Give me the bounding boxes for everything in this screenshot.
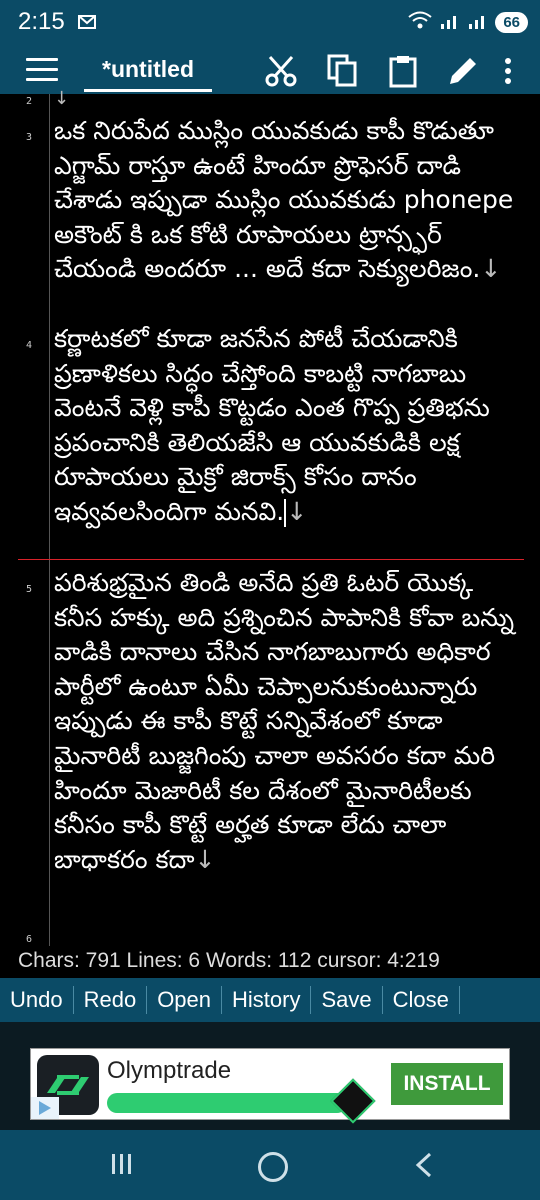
text-editor[interactable]: 2 ↓ 3 ఒక నిరుపేద ముస్లిం యువకుడు కాపీ కొ… [0,88,540,946]
text-line: పరిశుభ్రమైన తిండి అనేది ప్రతి ఓటర్ యొక్క… [54,568,515,874]
line-number: 2 [26,96,33,107]
open-button[interactable]: Open [147,986,223,1014]
install-button[interactable]: INSTALL [391,1063,503,1105]
stats-text: Chars: 791 Lines: 6 Words: 112 cursor: 4… [18,949,440,972]
back-icon[interactable] [414,1152,434,1182]
tab-untitled[interactable]: *untitled [84,46,212,92]
line-number: 4 [26,340,33,351]
copy-icon[interactable] [326,54,360,88]
paste-icon[interactable] [386,54,420,88]
cut-icon[interactable] [264,54,298,88]
close-button[interactable]: Close [383,986,460,1014]
history-button[interactable]: History [222,986,312,1014]
recent-apps-icon[interactable] [110,1152,134,1180]
save-button[interactable]: Save [311,986,383,1014]
arrow-icon [330,1078,376,1124]
system-nav-bar [0,1130,540,1200]
mail-icon [78,14,96,33]
undo-button[interactable]: Undo [0,986,74,1014]
battery-indicator: 66 [495,11,528,33]
ad-banner[interactable]: Olymptrade INSTALL [30,1048,510,1124]
eol-mark: ↓ [54,88,70,109]
text-line: కర్ణాటకలో కూడా జనసేన పోటీ చేయడానికి ప్రణ… [54,324,490,527]
status-time: 2:15 [18,8,65,35]
signal-icon-2 [467,10,489,34]
home-icon[interactable] [258,1152,288,1182]
ad-title: Olymptrade [107,1057,232,1084]
line-number: 5 [26,584,33,595]
ad-progress-bar [107,1093,347,1113]
page-margin-line [18,559,524,560]
ad-area: Olymptrade INSTALL [0,1022,540,1130]
redo-button[interactable]: Redo [74,986,148,1014]
signal-icon [439,10,461,34]
document-stats: Chars: 791 Lines: 6 Words: 112 cursor: 4… [0,946,540,978]
more-options-icon[interactable] [498,54,518,88]
status-bar: 2:15 66 [0,0,540,46]
menu-icon[interactable] [26,58,58,82]
action-bar: Undo Redo Open History Save Close [0,978,540,1022]
line-number: 3 [26,132,33,143]
edit-pencil-icon[interactable] [446,54,480,88]
wifi-icon [407,10,433,34]
gutter-divider [49,94,50,946]
text-line: ఒక నిరుపేద ముస్లిం యువకుడు కాపీ కొడుతూ ఎ… [54,116,514,284]
app-toolbar: *untitled [0,46,540,94]
ad-choices-icon[interactable] [31,1097,59,1119]
line-number: 6 [26,934,33,945]
